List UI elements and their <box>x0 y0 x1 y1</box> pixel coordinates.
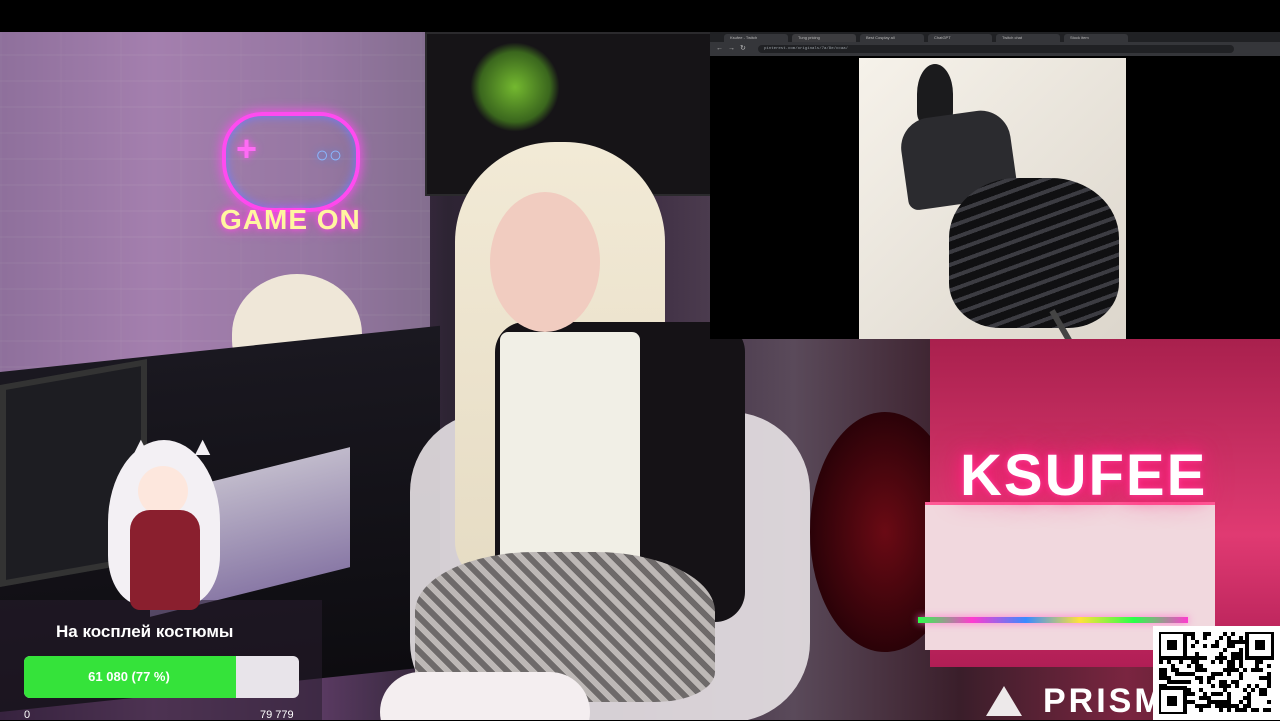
mascot-ears: ▲▲ <box>128 431 252 461</box>
qr-code-icon <box>1153 626 1280 720</box>
browser-tab[interactable]: Twitch chat <box>996 34 1060 42</box>
black-dress-skirt <box>949 178 1119 328</box>
goal-max: 79 779 <box>260 709 294 721</box>
brand-name: PRISM <box>1043 682 1166 720</box>
reload-icon[interactable]: ↻ <box>740 45 748 53</box>
mascot-face <box>138 466 188 516</box>
goal-title: На косплей костюмы <box>56 622 234 641</box>
shelf-glow <box>470 42 560 132</box>
browser-tab[interactable]: Ksufee - Twitch <box>724 34 788 42</box>
browser-tab[interactable]: ChatGPT <box>928 34 992 42</box>
arrow-right-icon[interactable]: → <box>728 45 736 53</box>
goal-progress-label: 61 080 (77 %) <box>88 669 170 684</box>
browser-toolbar: ← → ↻ pinterest.com/originals/7a/8e/ccaa… <box>710 42 1280 56</box>
image-viewer <box>859 58 1126 339</box>
address-bar[interactable]: pinterest.com/originals/7a/8e/ccaa/ <box>758 45 1234 53</box>
prism-logo-icon <box>986 686 1022 716</box>
browser-tab[interactable]: Stock item <box>1064 34 1128 42</box>
neon-gameon-sign: GAME ON <box>220 204 361 235</box>
led-strip <box>918 617 1188 623</box>
goal-min: 0 <box>24 709 31 721</box>
arrow-left-icon[interactable]: ← <box>716 45 724 53</box>
qr-code-graphic <box>1159 632 1274 714</box>
browser-tab[interactable]: Best Cosplay all <box>860 34 924 42</box>
anime-mascot: ▲▲ <box>108 433 220 612</box>
neon-name-sign: KSUFEE <box>960 443 1208 508</box>
browser-tab[interactable]: Tung pricing <box>792 34 856 42</box>
top-black-bar <box>0 0 1280 32</box>
browser-tabstrip: Ksufee - Twitch Tung pricing Best Cospla… <box>710 32 1280 42</box>
streamer-legs <box>380 672 590 720</box>
goal-progress-bar: 61 080 (77 %) <box>24 656 299 698</box>
mascot-uniform <box>130 510 200 610</box>
streamer-face <box>490 192 600 332</box>
neon-gamepad-sign <box>222 112 360 212</box>
browser-capture: Ksufee - Twitch Tung pricing Best Cospla… <box>710 32 1280 339</box>
